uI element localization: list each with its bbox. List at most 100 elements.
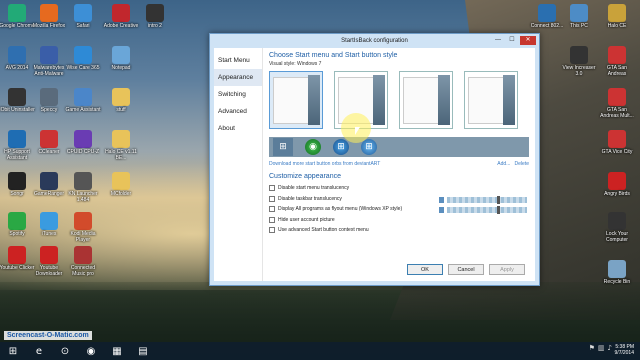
app-icon xyxy=(40,172,58,190)
app-icon xyxy=(40,212,58,230)
desktop-icon-left-4[interactable]: intro 2 xyxy=(136,4,174,29)
desktop-icon-right-1[interactable]: This PC xyxy=(560,4,598,29)
windows7-orb-icon[interactable]: ⊞ xyxy=(333,139,349,155)
download-orbs-link[interactable]: Download more start button orbs from dev… xyxy=(269,161,380,167)
desktop-icon-left-7[interactable]: Wise Care 365 xyxy=(64,46,102,71)
desktop-icon-left-20[interactable]: MCfolder xyxy=(102,172,140,197)
desktop-icon-label: Wise Care 365 xyxy=(66,65,100,71)
desktop-icon-label: GTA San Andreas xyxy=(607,65,627,77)
desktop-icon-left-26[interactable]: Connected Music pro xyxy=(64,246,102,277)
option-label: Display All programs as flyout menu (Win… xyxy=(278,206,403,213)
desktop-icon-left-14[interactable]: CCleaner xyxy=(30,130,68,155)
desktop-icon-label: Lock Your Computer xyxy=(606,231,628,243)
option-menu-translucency[interactable]: Disable start menu translucency xyxy=(269,183,529,194)
start-icon[interactable]: ⊞ xyxy=(3,343,23,359)
minimize-button[interactable]: — xyxy=(492,36,504,45)
orb-links: Download more start button orbs from dev… xyxy=(269,161,529,167)
desktop-icon-left-12[interactable]: stuff xyxy=(102,88,140,113)
desktop-icon-label: Youtube Downloader xyxy=(35,265,63,277)
slider-thumb[interactable] xyxy=(497,196,501,204)
app-icon xyxy=(74,212,92,230)
nav-switching[interactable]: Switching xyxy=(214,86,262,103)
firefox-icon[interactable]: ◉ xyxy=(81,343,101,359)
desktop-icon-left-1[interactable]: Mozilla Firefox xyxy=(30,4,68,29)
app-icon xyxy=(74,46,92,64)
checkbox[interactable] xyxy=(269,185,275,192)
desktop-icon-left-16[interactable]: Halo CE v1.11 BE... xyxy=(102,130,140,161)
ie-icon[interactable]: e xyxy=(29,343,49,359)
color-swatch[interactable] xyxy=(439,207,444,213)
desktop-icon-label: View Increaser 3.0 xyxy=(562,65,596,77)
desktop-icon-left-18[interactable]: GameRanger xyxy=(30,172,68,197)
explorer-icon[interactable]: ▦ xyxy=(107,343,127,359)
mouse-cursor-highlight xyxy=(341,113,371,143)
desktop-icon-right-2[interactable]: Halo CE xyxy=(598,4,636,29)
blue-orb-icon[interactable]: ⊞ xyxy=(361,139,377,155)
app-icon xyxy=(74,172,92,190)
checkbox[interactable] xyxy=(269,227,275,234)
nav-appearance[interactable]: Appearance xyxy=(214,69,262,86)
menu-translucency-slider[interactable] xyxy=(439,196,527,204)
add-orb-link[interactable]: Add... xyxy=(497,161,510,167)
slider-thumb[interactable] xyxy=(497,206,501,214)
style-preview-3[interactable] xyxy=(399,71,453,129)
desktop-icon-left-2[interactable]: Safari xyxy=(64,4,102,29)
maximize-button[interactable]: ☐ xyxy=(506,36,518,45)
color-swatch[interactable] xyxy=(439,197,444,203)
desktop-icon-left-22[interactable]: iTunes xyxy=(30,212,68,237)
desktop-icon-right-8[interactable]: Lock Your Computer xyxy=(598,212,636,243)
option-label: Disable taskbar translucency xyxy=(278,195,342,202)
app-icon[interactable]: ▤ xyxy=(133,343,153,359)
checkbox[interactable] xyxy=(269,206,275,213)
desktop-icon-right-9[interactable]: Recycle Bin xyxy=(598,260,636,285)
style-preview-1[interactable] xyxy=(269,71,323,129)
window-title: StartIsBack configuration xyxy=(341,38,408,44)
desktop-icon-label: GameRanger xyxy=(33,191,64,197)
taskbar-translucency-slider[interactable] xyxy=(439,206,527,214)
desktop-icon-label: Angry Birds xyxy=(604,191,630,197)
checkbox[interactable] xyxy=(269,195,275,202)
desktop-icon-left-23[interactable]: Kodi Media Player xyxy=(64,212,102,243)
close-button[interactable]: ✕ xyxy=(520,36,536,45)
desktop-icon-right-3[interactable]: View Increaser 3.0 xyxy=(560,46,598,77)
nav-start-menu[interactable]: Start Menu xyxy=(214,52,262,69)
clock[interactable]: 5:38 PM 9/7/2014 xyxy=(606,344,634,356)
desktop-icon-label: MCfolder xyxy=(110,191,132,197)
app-icon xyxy=(112,130,130,148)
desktop-icon-left-6[interactable]: Malwarebytes Anti-Malware xyxy=(30,46,68,77)
desktop-icon-label: KN Launcher 1.484 xyxy=(68,191,98,203)
app-icon xyxy=(608,4,626,22)
slider-track[interactable] xyxy=(447,196,527,204)
desktop-icon-right-6[interactable]: GTA Vice City xyxy=(598,130,636,155)
desktop-icon-left-15[interactable]: CPUID CPU-Z xyxy=(64,130,102,155)
ok-button[interactable]: OK xyxy=(407,264,443,275)
style-preview-4[interactable] xyxy=(464,71,518,129)
option-advanced-context-menu[interactable]: Use advanced Start button context menu xyxy=(269,225,529,236)
desktop-icon-left-8[interactable]: Notepad xyxy=(102,46,140,71)
network-icon[interactable]: ▥ xyxy=(598,344,605,352)
desktop-icon-left-25[interactable]: Youtube Downloader xyxy=(30,246,68,277)
wallpaper-trees xyxy=(0,282,640,342)
delete-orb-link[interactable]: Delete xyxy=(515,161,529,167)
desktop-icon-left-11[interactable]: Game Assistant xyxy=(64,88,102,113)
green-orb-icon[interactable]: ◉ xyxy=(305,139,321,155)
desktop-icon-label: Kodi Media Player xyxy=(70,231,96,243)
desktop-icon-label: Halo CE v1.11 BE... xyxy=(105,149,137,161)
desktop-icon-left-3[interactable]: Adobe Creative xyxy=(102,4,140,29)
nav-advanced[interactable]: Advanced xyxy=(214,103,262,120)
desktop-icon-right-4[interactable]: GTA San Andreas xyxy=(598,46,636,77)
slider-track[interactable] xyxy=(447,206,527,214)
apply-button[interactable]: Apply xyxy=(489,264,525,275)
chrome-icon[interactable]: ⊙ xyxy=(55,343,75,359)
desktop-icon-left-10[interactable]: Speccy xyxy=(30,88,68,113)
desktop-icon-right-7[interactable]: Angry Birds xyxy=(598,172,636,197)
nav-about[interactable]: About xyxy=(214,120,262,137)
windows-logo-orb-icon[interactable]: ⊞ xyxy=(273,138,293,156)
title-bar[interactable]: StartIsBack configuration — ☐ ✕ xyxy=(210,34,539,48)
option-hide-user-picture[interactable]: Hide user account picture xyxy=(269,215,529,226)
cancel-button[interactable]: Cancel xyxy=(448,264,484,275)
checkbox[interactable] xyxy=(269,216,275,223)
flag-icon[interactable]: ⚑ xyxy=(589,344,595,352)
desktop-icon-right-5[interactable]: GTA San Andreas Mult... xyxy=(598,88,636,119)
desktop-icon-left-19[interactable]: KN Launcher 1.484 xyxy=(64,172,102,203)
